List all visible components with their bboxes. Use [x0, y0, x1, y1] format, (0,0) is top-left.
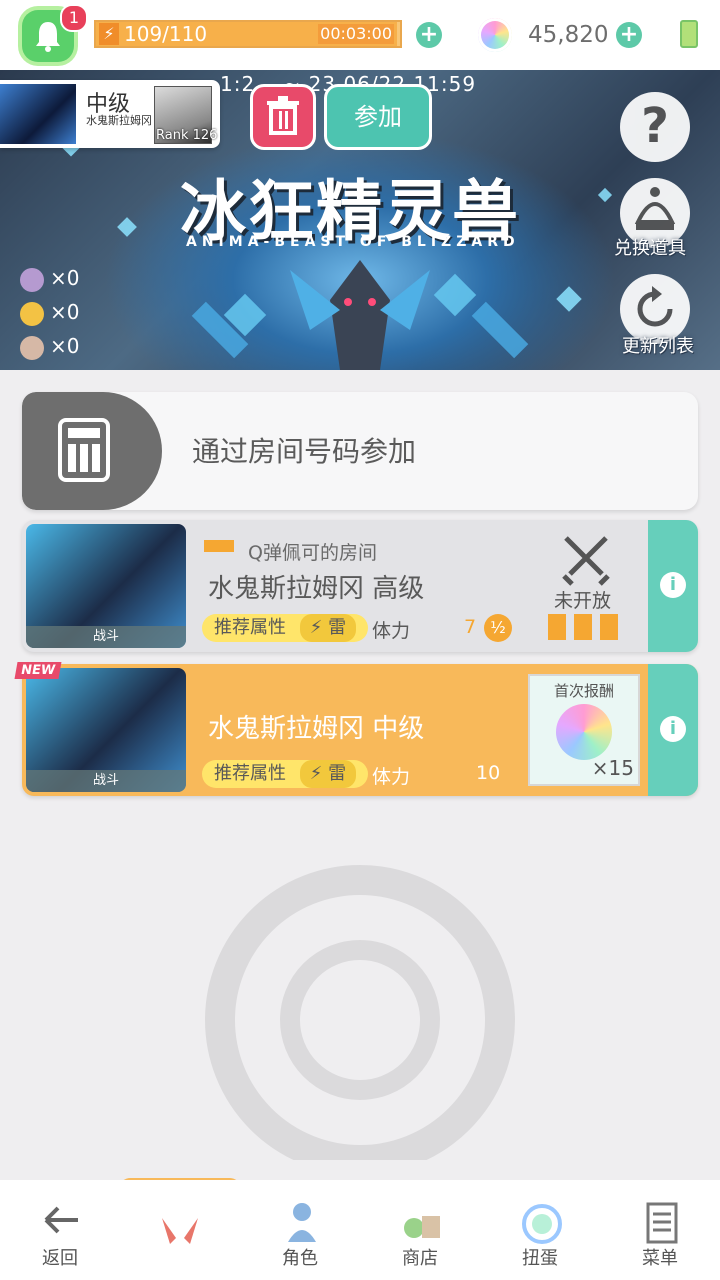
host-icon	[204, 540, 234, 552]
attribute-label: 推荐属性	[214, 763, 286, 784]
bell-icon	[36, 22, 60, 52]
battle-label: 战斗	[26, 770, 186, 792]
status-label: 未开放	[554, 590, 612, 612]
key-row-3: ×0	[20, 334, 79, 360]
recommended-attribute: 推荐属性 ⚡ 雷	[202, 614, 369, 642]
nav-label: 商店	[402, 1248, 438, 1269]
top-bar: 1 ⚡ 109/110 00:03:00 + 45,820 +	[0, 0, 720, 70]
nav-back[interactable]: 返回	[0, 1180, 120, 1280]
join-by-room-number-button[interactable]: 通过房间号码参加	[22, 392, 698, 510]
purple-key-icon	[20, 267, 44, 292]
nav-label: 扭蛋	[522, 1248, 558, 1269]
menu-icon	[646, 1202, 678, 1244]
quest-info-button[interactable]: i	[648, 520, 698, 652]
boss-thumbnail: 战斗	[26, 524, 186, 648]
selected-quest-card[interactable]: 中级 水鬼斯拉姆冈 Rank 126	[0, 80, 220, 148]
battle-label: 战斗	[26, 626, 186, 648]
gem-icon	[478, 18, 512, 52]
join-button[interactable]: 参加	[324, 84, 432, 150]
quest-row[interactable]: 战斗 Q弹佩可的房间 水鬼斯拉姆冈 高级 推荐属性 ⚡ 雷 体力 7 ½ 未开放…	[22, 520, 698, 652]
quest-name: 水鬼斯拉姆冈	[86, 114, 152, 127]
trash-icon	[267, 96, 299, 135]
boss-thumbnail: 战斗	[26, 668, 186, 792]
stamina-value: 109/110	[124, 22, 208, 46]
gem-icon	[556, 704, 612, 760]
nav-gacha[interactable]: 扭蛋	[480, 1180, 600, 1280]
nav-menu[interactable]: 菜单	[600, 1180, 720, 1280]
background-emblem	[205, 865, 515, 1160]
bottom-nav: 返回 主城 角色 商店 扭蛋 菜单	[0, 1180, 720, 1280]
boss-artwork	[290, 260, 430, 370]
gacha-icon	[522, 1204, 562, 1244]
shop-icon	[404, 1216, 440, 1238]
stamina-cost: 7	[464, 616, 477, 638]
crossed-swords-icon	[562, 536, 610, 586]
battery-icon	[680, 20, 698, 48]
character-icon	[288, 1203, 316, 1242]
stamina-label: 体力	[372, 766, 411, 788]
help-icon: ?	[641, 98, 669, 154]
element-tag: ⚡ 雷	[299, 614, 357, 642]
info-icon: i	[660, 572, 686, 598]
key-row-1: ×0	[20, 266, 79, 292]
recommended-attribute: 推荐属性 ⚡ 雷	[202, 760, 369, 788]
first-reward-box: 首次报酬 ×15	[528, 674, 640, 786]
calculator-icon	[58, 418, 110, 482]
quest-title: 水鬼斯拉姆冈 高级	[208, 574, 425, 604]
nav-label: 菜单	[642, 1248, 678, 1269]
stamina-label: 体力	[372, 620, 411, 642]
room-number-label: 通过房间号码参加	[192, 435, 417, 468]
nav-character[interactable]: 角色	[240, 1180, 360, 1280]
stamina-bar: ⚡ 109/110 00:03:00	[94, 20, 402, 48]
info-icon: i	[660, 716, 686, 742]
nav-home[interactable]: 主城	[120, 1180, 240, 1280]
key-row-2: ×0	[20, 300, 79, 326]
element-label: 雷	[328, 763, 347, 784]
attribute-label: 推荐属性	[214, 617, 286, 638]
home-icon	[162, 1198, 198, 1244]
stamina-cost: 10	[476, 762, 501, 784]
bronze-key-icon	[20, 335, 44, 360]
add-stamina-button[interactable]: +	[416, 22, 442, 48]
nav-label: 主城	[162, 1248, 198, 1269]
element-label: 雷	[328, 617, 347, 638]
party-slots	[548, 614, 622, 640]
gold-key-icon	[20, 301, 44, 326]
host-rank: Rank 126	[156, 128, 218, 143]
quest-title: 水鬼斯拉姆冈 中级	[208, 714, 425, 744]
element-tag: ⚡ 雷	[299, 760, 357, 788]
quest-info-button[interactable]: i	[648, 664, 698, 796]
quest-row[interactable]: 战斗 水鬼斯拉姆冈 中级 推荐属性 ⚡ 雷 体力 10 首次报酬 ×15 i	[22, 664, 698, 796]
key-count: ×0	[50, 334, 80, 358]
nav-shop[interactable]: 商店	[360, 1180, 480, 1280]
nav-label: 角色	[282, 1248, 318, 1269]
key-count: ×0	[50, 300, 80, 324]
gem-count: 45,820	[528, 22, 609, 48]
first-reward-label: 首次报酬	[553, 682, 614, 700]
exchange-label: 兑换道具	[614, 238, 686, 259]
half-stamina-badge: ½	[484, 614, 512, 642]
notification-badge: 1	[60, 4, 88, 32]
refresh-label: 更新列表	[622, 336, 694, 357]
stamina-timer: 00:03:00	[318, 24, 394, 44]
key-count: ×0	[50, 266, 80, 290]
room-host: Q弹佩可的房间	[248, 542, 377, 564]
reward-count: ×15	[591, 756, 634, 780]
boss-thumbnail	[0, 84, 76, 144]
help-button[interactable]: ?	[620, 92, 690, 162]
new-tag: NEW	[14, 662, 62, 679]
nav-label: 返回	[42, 1248, 78, 1269]
event-subtitle: ANIMA-BEAST OF BLIZZARD	[186, 234, 520, 250]
lightning-icon: ⚡	[99, 23, 119, 45]
delete-button[interactable]	[250, 84, 316, 150]
back-arrow-icon	[44, 1206, 78, 1234]
add-gems-button[interactable]: +	[616, 22, 642, 48]
